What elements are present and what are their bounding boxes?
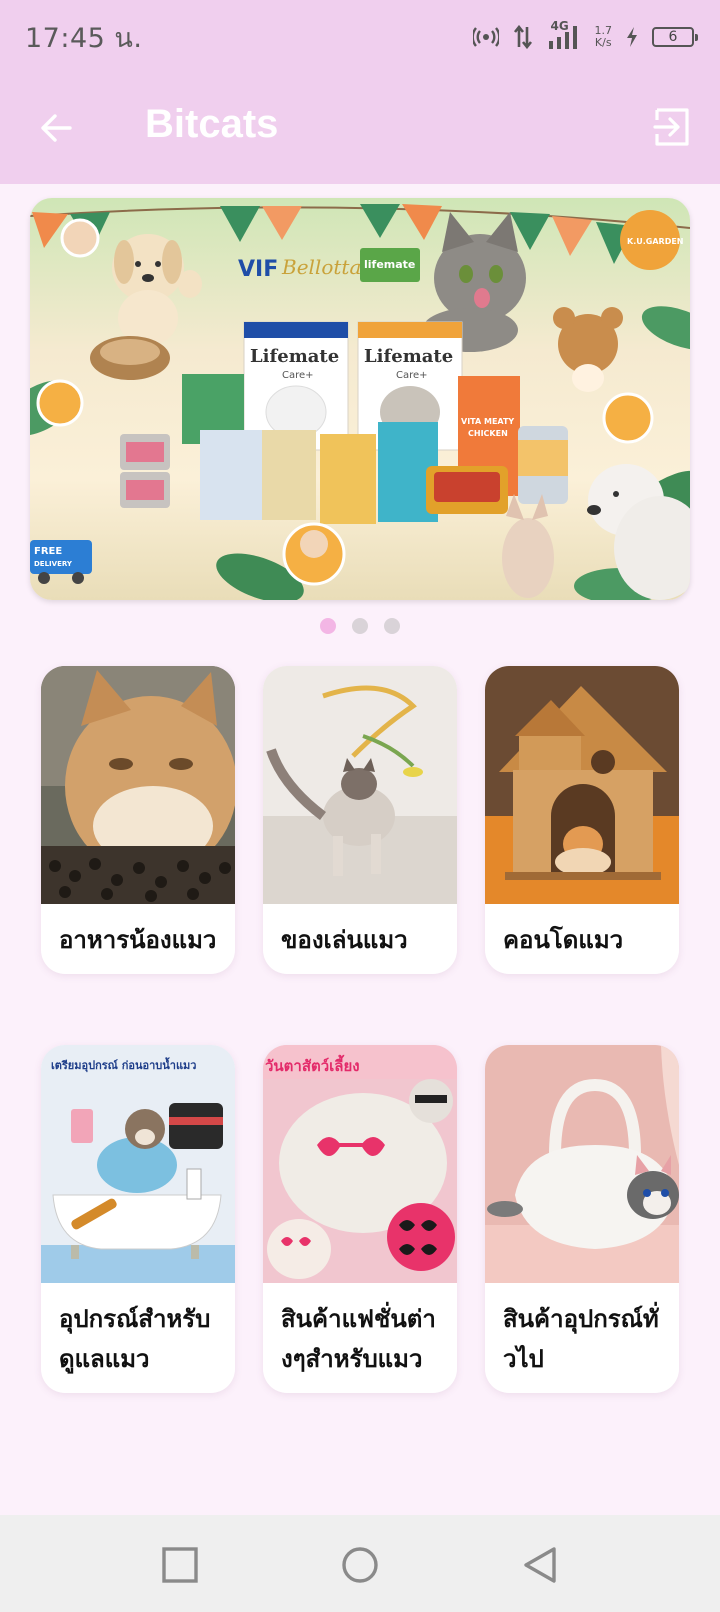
carousel-dot[interactable] [384, 618, 400, 634]
brand-lifemate: lifemate [364, 258, 415, 271]
brand-bellotta: Bellotta [281, 255, 361, 279]
cat-toys-image [263, 666, 457, 904]
data-transfer-icon [513, 25, 532, 49]
back-triangle-icon[interactable] [520, 1545, 560, 1585]
category-card-grooming[interactable]: เตรียมอุปกรณ์ ก่อนอาบน้ำแมว อุปกรณ์สำหรั… [41, 1045, 235, 1393]
shop-badge: K.U.GARDEN [627, 237, 684, 246]
promo-banner[interactable]: VIF Bellotta lifemate K.U.GARDEN Lifemat… [30, 198, 690, 600]
category-card-cat-condo[interactable]: คอนโดแมว [485, 666, 679, 974]
logout-icon[interactable] [651, 106, 693, 148]
bag2-care: Care+ [396, 370, 428, 381]
cat-food-image [41, 666, 235, 904]
fashion-image: วันตาสัตว์เลี้ยง [263, 1045, 457, 1283]
category-label: อุปกรณ์สำหรับดูแลแมว [59, 1305, 211, 1373]
carousel-indicator [0, 618, 720, 638]
charging-icon [627, 27, 637, 47]
arrow-left-icon[interactable] [36, 108, 76, 148]
grooming-image: เตรียมอุปกรณ์ ก่อนอาบน้ำแมว [41, 1045, 235, 1283]
category-label: คอนโดแมว [503, 926, 624, 954]
vita-label: VITA MEATY [461, 417, 514, 426]
network-speed: 1.7 K/s [595, 25, 613, 49]
app-bar: Bitcats [0, 74, 720, 184]
recent-apps-icon[interactable] [160, 1545, 200, 1585]
signal-icon: 4G [547, 19, 581, 51]
bag1-title: Lifemate [250, 346, 339, 367]
cat-condo-image [485, 666, 679, 904]
bag2-title: Lifemate [364, 346, 453, 367]
grooming-caption: เตรียมอุปกรณ์ ก่อนอาบน้ำแมว [51, 1057, 196, 1073]
category-card-general[interactable]: สินค้าอุปกรณ์ทั่วไป [485, 1045, 679, 1393]
free-label: FREE [34, 546, 62, 557]
hotspot-icon [472, 27, 499, 47]
carousel-dot[interactable] [320, 618, 336, 634]
banner-illustration: VIF Bellotta lifemate K.U.GARDEN Lifemat… [30, 204, 690, 600]
delivery-label: DELIVERY [34, 560, 73, 568]
speed-unit: K/s [594, 36, 612, 49]
category-label: อาหารน้องแมว [59, 926, 217, 954]
bag1-care: Care+ [282, 370, 314, 381]
category-label: สินค้าอุปกรณ์ทั่วไป [503, 1305, 659, 1373]
system-nav-bar [0, 1515, 720, 1612]
chicken-label: CHICKEN [468, 429, 508, 438]
category-card-cat-food[interactable]: อาหารน้องแมว [41, 666, 235, 974]
category-label: สินค้าแฟชั่นต่างๆสำหรับแมว [281, 1305, 436, 1373]
status-bar: 17:45 น. 4G 1.7 K/s 6 [0, 0, 720, 74]
home-icon[interactable] [340, 1545, 380, 1585]
page-title: Bitcats [145, 102, 279, 146]
category-card-fashion[interactable]: วันตาสัตว์เลี้ยง สินค้าแฟชั่นต่างๆสำหรับ… [263, 1045, 457, 1393]
battery-level: 6 [668, 29, 678, 45]
general-supplies-image [485, 1045, 679, 1283]
status-time: 17:45 น. [25, 22, 143, 54]
category-label: ของเล่นแมว [281, 926, 408, 954]
category-card-cat-toys[interactable]: ของเล่นแมว [263, 666, 457, 974]
fashion-caption: วันตาสัตว์เลี้ยง [265, 1054, 360, 1075]
status-icons: 4G 1.7 K/s 6 [472, 19, 698, 51]
carousel-dot[interactable] [352, 618, 368, 634]
brand-vif: VIF [238, 257, 278, 282]
battery-icon: 6 [652, 27, 698, 47]
